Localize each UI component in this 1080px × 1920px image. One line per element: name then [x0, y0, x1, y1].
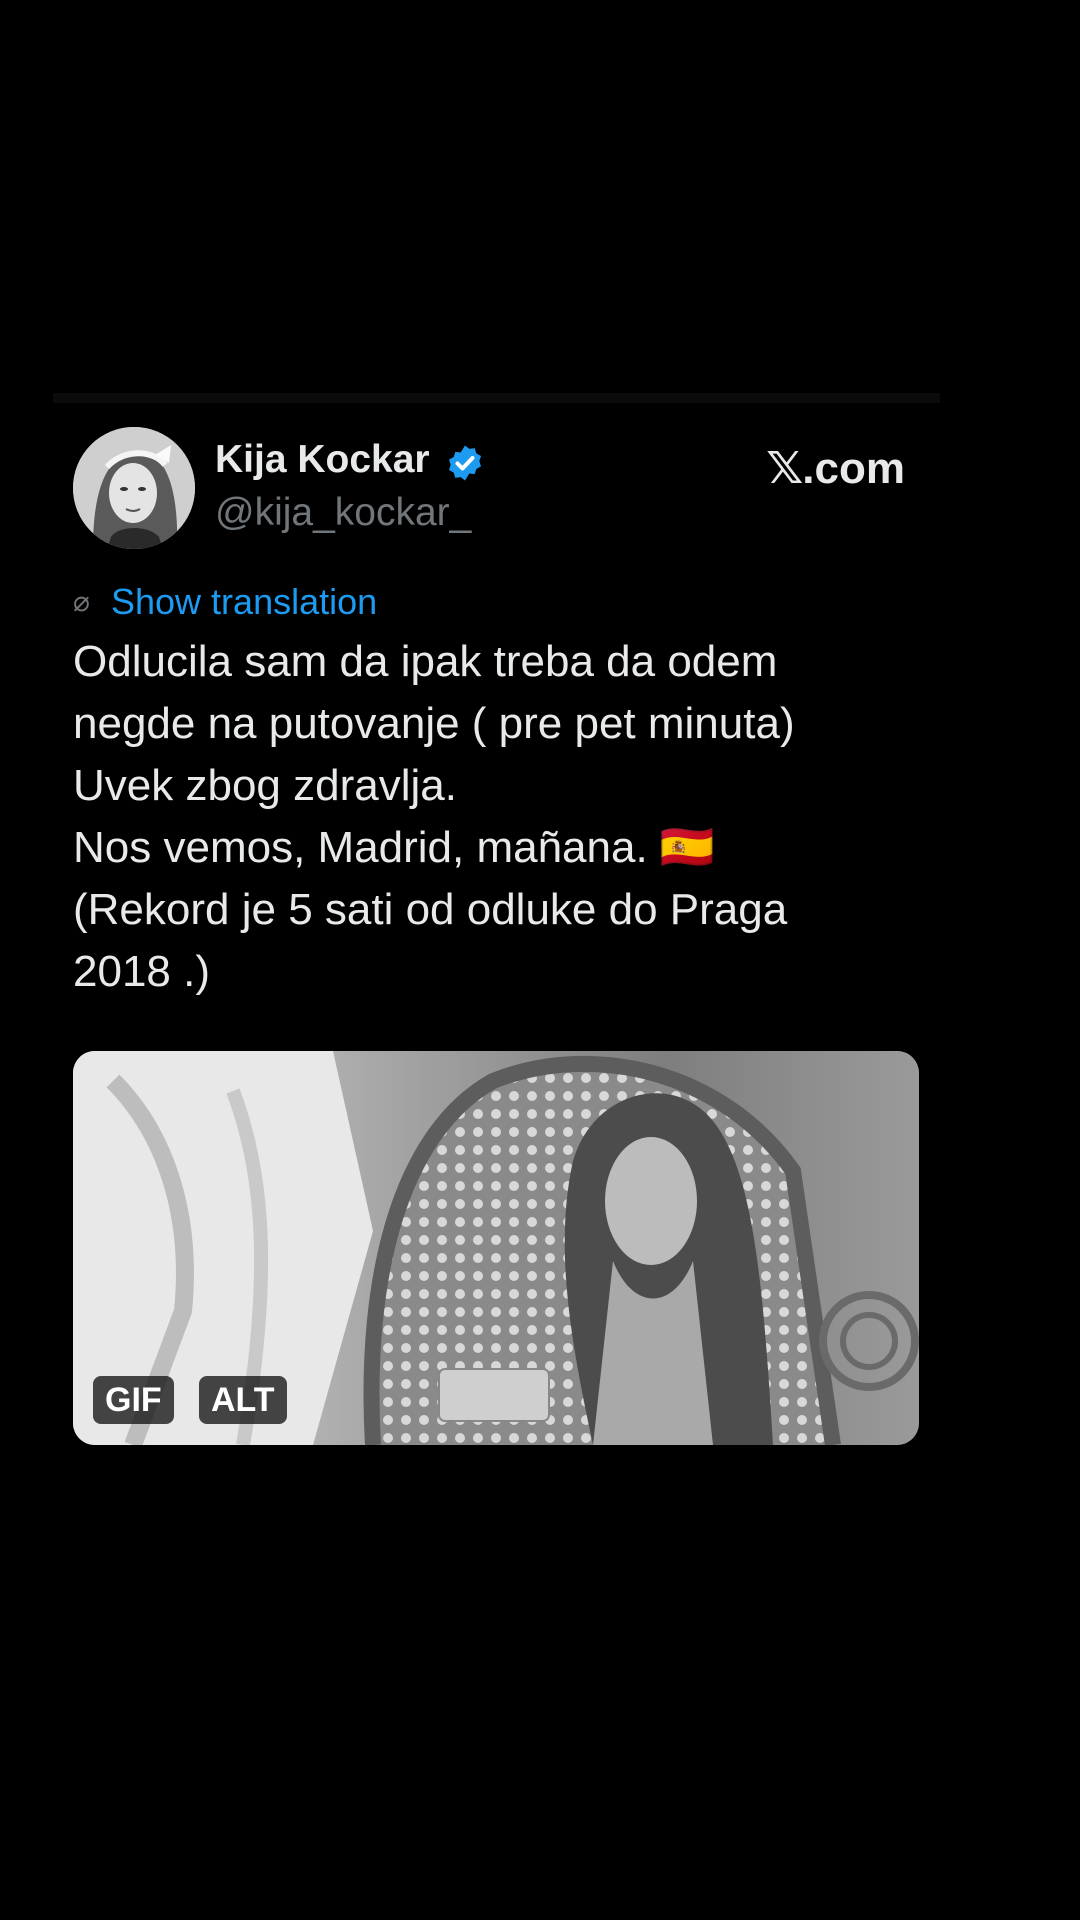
- alt-text-button[interactable]: ALT: [199, 1376, 287, 1424]
- show-translation-link[interactable]: Show translation: [111, 581, 377, 623]
- x-logo-icon: 𝕏: [765, 443, 804, 494]
- gif-badge: GIF: [93, 1376, 174, 1424]
- source-link[interactable]: 𝕏 .com: [765, 443, 905, 494]
- translate-icon: ⌀: [73, 585, 90, 618]
- avatar[interactable]: [73, 427, 195, 549]
- avatar-image: [73, 427, 195, 549]
- tweet-media-gif[interactable]: GIF ALT: [73, 1051, 919, 1445]
- verified-badge-icon: [449, 445, 481, 481]
- tweet-card: Kija Kockar @kija_kockar_ 𝕏 .com ⌀ Show …: [53, 393, 940, 1487]
- author-display-name[interactable]: Kija Kockar: [215, 438, 430, 482]
- author-handle[interactable]: @kija_kockar_: [215, 491, 471, 535]
- source-label: .com: [802, 443, 905, 493]
- translation-row[interactable]: ⌀ Show translation: [73, 581, 377, 623]
- tweet-text: Odlucila sam da ipak treba da odem negde…: [73, 637, 795, 996]
